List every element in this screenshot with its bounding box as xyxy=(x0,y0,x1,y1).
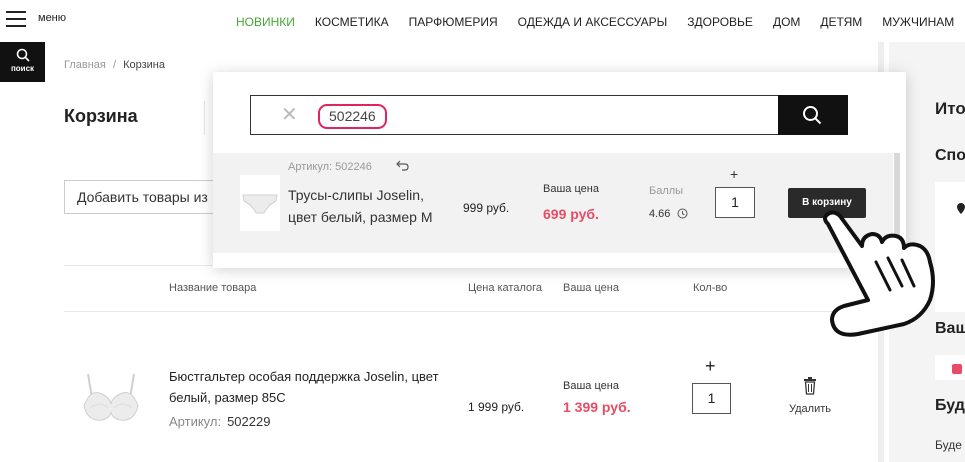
article-number: 502229 xyxy=(227,414,271,429)
trash-icon[interactable] xyxy=(803,377,817,395)
column-header-name: Название товара xyxy=(169,282,257,294)
nav-item-new[interactable]: НОВИНКИ xyxy=(236,15,295,29)
search-icon xyxy=(16,48,30,62)
breadcrumb-current: Корзина xyxy=(123,59,165,71)
column-header-catalog-price: Цена каталога xyxy=(468,282,543,294)
search-label: поиск xyxy=(10,64,35,73)
breadcrumb-home[interactable]: Главная xyxy=(64,59,106,71)
result-your-price-label: Ваша цена xyxy=(543,183,599,195)
your-price-label: Ваша цена xyxy=(563,380,619,392)
result-product-name[interactable]: Трусы-слипы Joselin, цвет белый, размер … xyxy=(288,184,448,228)
your-price-value: 1 399 руб. xyxy=(563,399,631,415)
page-title: Корзина xyxy=(64,106,138,126)
search-field[interactable]: ✕ 502246 xyxy=(250,95,778,135)
payment-title: Спо xyxy=(935,147,965,164)
hamburger-icon[interactable] xyxy=(6,11,26,27)
future-text: Буде xyxy=(935,438,962,452)
summary-card xyxy=(935,355,965,380)
points-value: 4.66 xyxy=(649,208,671,220)
result-qty-input[interactable]: 1 xyxy=(715,187,755,218)
product-article: Артикул: 502229 xyxy=(169,414,270,429)
delete-button[interactable]: Удалить xyxy=(789,403,831,415)
product-image-bra[interactable] xyxy=(80,370,142,426)
divider xyxy=(64,311,874,312)
nav-item-men[interactable]: МУЖЧИНАМ xyxy=(882,15,954,29)
location-icon xyxy=(957,203,965,214)
undo-icon[interactable] xyxy=(396,158,410,172)
search-submit-button[interactable] xyxy=(778,95,848,135)
nav-item-perfume[interactable]: ПАРФЮМЕРИЯ xyxy=(409,15,498,29)
gift-icon xyxy=(952,364,962,374)
nav-item-health[interactable]: ЗДОРОВЬЕ xyxy=(687,15,753,29)
divider xyxy=(204,101,205,135)
qty-input[interactable]: 1 xyxy=(692,383,731,414)
clock-icon xyxy=(677,208,688,219)
search-popup: ✕ 502246 Артикул: 502246 Трусы-слипы Jos… xyxy=(213,72,906,268)
search-result-item[interactable]: Артикул: 502246 Трусы-слипы Joselin, цве… xyxy=(213,153,893,253)
result-product-image[interactable] xyxy=(240,175,280,231)
panties-image xyxy=(242,194,278,214)
nav-item-clothing[interactable]: ОДЕЖДА И АКСЕССУАРЫ xyxy=(518,15,668,29)
product-name[interactable]: Бюстгальтер особая поддержка Joselin, цв… xyxy=(169,366,449,408)
summary-title: Ито xyxy=(935,99,965,118)
article-label: Артикул: xyxy=(169,414,222,429)
result-catalog-price: 999 руб. xyxy=(463,201,510,215)
column-header-your-price: Ваша цена xyxy=(563,282,619,294)
qty-increase-button[interactable]: + xyxy=(705,356,716,377)
main-nav: НОВИНКИ КОСМЕТИКА ПАРФЮМЕРИЯ ОДЕЖДА И АК… xyxy=(236,15,965,29)
breadcrumb-separator: / xyxy=(112,59,116,71)
search-input[interactable]: 502246 xyxy=(318,104,387,129)
catalog-price: 1 999 руб. xyxy=(468,400,525,414)
points-label: Баллы xyxy=(649,185,684,197)
pointing-hand-icon xyxy=(823,210,935,337)
breadcrumb: Главная / Корзина xyxy=(64,59,165,71)
menu-label[interactable]: меню xyxy=(38,12,66,24)
future-title: Буд xyxy=(935,397,965,414)
result-your-price: 699 руб. xyxy=(543,206,599,222)
search-icon xyxy=(803,106,822,125)
nav-item-kids[interactable]: ДЕТЯМ xyxy=(820,15,862,29)
nav-item-home[interactable]: ДОМ xyxy=(773,15,800,29)
clear-search-icon[interactable]: ✕ xyxy=(281,104,298,126)
side-search-button[interactable]: поиск xyxy=(0,42,45,82)
nav-item-cosmetics[interactable]: КОСМЕТИКА xyxy=(315,15,389,29)
result-qty-increase-button[interactable]: + xyxy=(730,166,738,182)
column-header-qty: Кол-во xyxy=(693,282,728,294)
result-article: Артикул: 502246 xyxy=(288,161,372,173)
